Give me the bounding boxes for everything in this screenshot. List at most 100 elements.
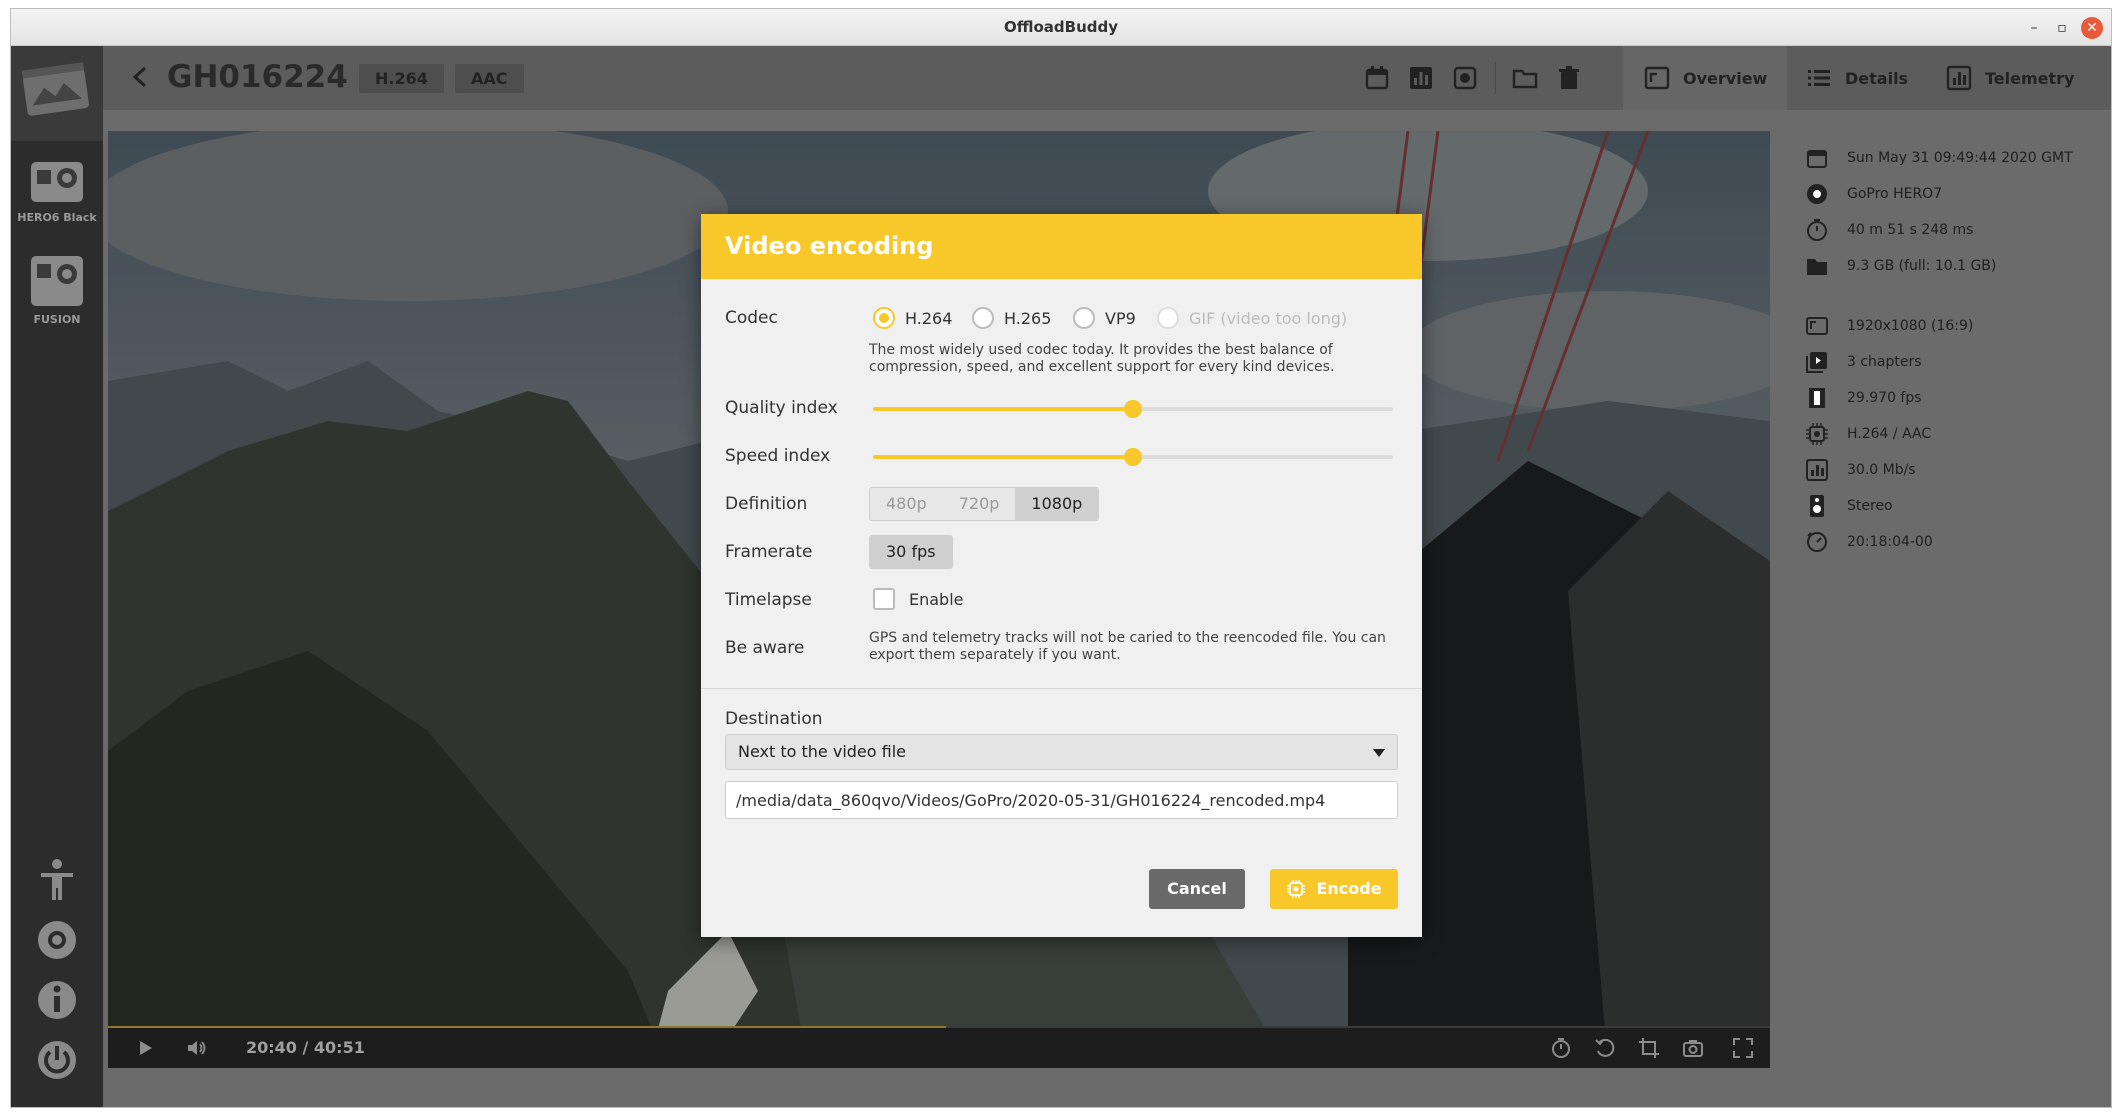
accessibility-icon[interactable] <box>33 856 81 904</box>
info-icon[interactable] <box>33 976 81 1024</box>
destination-select-value: Next to the video file <box>738 742 907 761</box>
checkbox-box <box>873 588 895 610</box>
radio-label: H.265 <box>1004 308 1052 328</box>
slider-fill <box>873 407 1133 411</box>
title-bar: OffloadBuddy – ▫ ✕ <box>11 9 2111 46</box>
tab-label: Overview <box>1683 68 1768 88</box>
slider-handle[interactable] <box>1124 448 1142 466</box>
slider-handle[interactable] <box>1124 400 1142 418</box>
player-controls: 20:40 / 40:51 <box>108 1028 1770 1068</box>
rotate-icon <box>1595 1038 1615 1057</box>
info-framerate-value: 29.970 fps <box>1847 390 1922 406</box>
crop-button[interactable] <box>1638 1037 1660 1059</box>
speed-slider[interactable] <box>873 448 1393 466</box>
info-size-value: 9.3 GB (full: 10.1 GB) <box>1847 258 1997 274</box>
quality-slider[interactable] <box>873 400 1393 418</box>
tab-label: Details <box>1845 68 1909 88</box>
video-encoding-dialog: Video encoding Codec H.264 H.265 VP9 GIF… <box>701 214 1422 937</box>
checkbox-label: Enable <box>909 589 964 609</box>
info-codecs-value: H.264 / AAC <box>1847 426 1932 442</box>
codec-option-vp9[interactable]: VP9 <box>1073 307 1136 329</box>
play-button[interactable] <box>134 1037 156 1059</box>
film-icon <box>1809 388 1825 408</box>
aperture-icon <box>1807 184 1827 204</box>
encode-icon[interactable] <box>1451 64 1479 92</box>
folder-icon <box>1807 259 1827 275</box>
app-logo[interactable] <box>11 46 103 141</box>
radio-dot <box>873 307 895 329</box>
speed-label: Speed index <box>725 446 831 466</box>
dialog-title: Video encoding <box>701 214 1422 279</box>
chip-icon <box>1806 423 1828 445</box>
definition-selector: 480p 720p 1080p <box>869 487 1100 521</box>
app-logo-icon <box>21 62 89 116</box>
device-fusion[interactable]: FUSION <box>11 254 103 326</box>
maximize-button[interactable]: ▫ <box>2051 17 2073 39</box>
info-date-value: Sun May 31 09:49:44 2020 GMT <box>1847 150 2073 166</box>
device-hero6[interactable]: HERO6 Black <box>11 160 103 224</box>
info-bitrate: 30.0 Mb/s <box>1791 452 2111 488</box>
aspect-ratio-icon <box>1806 317 1828 335</box>
tab-details[interactable]: Details <box>1785 46 1928 110</box>
timelapse-checkbox[interactable]: Enable <box>873 588 964 610</box>
crop-icon <box>1639 1038 1659 1058</box>
info-chapters-value: 3 chapters <box>1847 354 1922 370</box>
codec-label: Codec <box>725 308 778 328</box>
info-resolution: 1920x1080 (16:9) <box>1791 308 2111 344</box>
definition-1080p[interactable]: 1080p <box>1015 488 1099 520</box>
info-panel: Sun May 31 09:49:44 2020 GMT GoPro HERO7… <box>1791 140 2111 560</box>
definition-480p[interactable]: 480p <box>870 488 943 520</box>
timer-icon <box>1552 1038 1570 1058</box>
info-duration: 40 m 51 s 248 ms <box>1791 212 2111 248</box>
chart-icon[interactable] <box>1407 64 1435 92</box>
slider-fill <box>873 455 1133 459</box>
encode-button-label: Encode <box>1316 879 1382 898</box>
info-chapters: 3 chapters <box>1791 344 2111 380</box>
radio-dot <box>1157 307 1179 329</box>
codec-option-h265[interactable]: H.265 <box>972 307 1051 329</box>
framerate-30fps[interactable]: 30 fps <box>870 536 952 568</box>
info-camera-value: GoPro HERO7 <box>1847 186 1943 202</box>
radio-dot <box>1073 307 1095 329</box>
destination-select[interactable]: Next to the video file <box>725 734 1398 770</box>
chevron-down-icon <box>1373 749 1385 757</box>
timelapse-label: Timelapse <box>725 590 812 610</box>
encode-button[interactable]: Encode <box>1270 869 1398 909</box>
be-aware-label: Be aware <box>725 638 805 658</box>
calendar-icon[interactable] <box>1363 64 1391 92</box>
codec-option-h264[interactable]: H.264 <box>873 307 952 329</box>
sidebar: HERO6 Black FUSION <box>11 46 103 1107</box>
cancel-button[interactable]: Cancel <box>1149 869 1245 909</box>
tab-label: Telemetry <box>1985 68 2075 88</box>
codec-description: The most widely used codec today. It pro… <box>869 342 1335 375</box>
codec-option-gif[interactable]: GIF (video too long) <box>1157 307 1347 329</box>
info-size: 9.3 GB (full: 10.1 GB) <box>1791 248 2111 284</box>
chart-icon <box>1946 65 1972 91</box>
power-icon[interactable] <box>33 1036 81 1084</box>
overview-icon <box>1644 66 1670 90</box>
rotate-button[interactable] <box>1594 1037 1616 1059</box>
info-camera: GoPro HERO7 <box>1791 176 2111 212</box>
info-date: Sun May 31 09:49:44 2020 GMT <box>1791 140 2111 176</box>
definition-720p[interactable]: 720p <box>943 488 1016 520</box>
info-timecode-value: 20:18:04-00 <box>1847 534 1933 550</box>
minimize-button[interactable]: – <box>2023 17 2045 39</box>
volume-button[interactable] <box>186 1037 208 1059</box>
definition-label: Definition <box>725 494 808 514</box>
timer-button[interactable] <box>1550 1037 1572 1059</box>
trash-icon[interactable] <box>1555 64 1583 92</box>
be-aware-text: GPS and telemetry tracks will not be car… <box>869 630 1386 663</box>
tab-overview[interactable]: Overview <box>1623 46 1788 110</box>
play-icon <box>140 1041 152 1055</box>
destination-path-input[interactable] <box>725 781 1398 819</box>
volume-icon <box>188 1041 206 1055</box>
screenshot-button[interactable] <box>1682 1037 1704 1059</box>
folder-icon[interactable] <box>1511 64 1539 92</box>
close-window-button[interactable]: ✕ <box>2081 17 2103 39</box>
fullscreen-button[interactable] <box>1732 1037 1754 1059</box>
tab-telemetry[interactable]: Telemetry <box>1925 46 2094 110</box>
back-button[interactable] <box>125 60 155 94</box>
audio-codec-chip: AAC <box>455 64 524 93</box>
settings-icon[interactable] <box>33 916 81 964</box>
destination-label: Destination <box>725 709 823 729</box>
